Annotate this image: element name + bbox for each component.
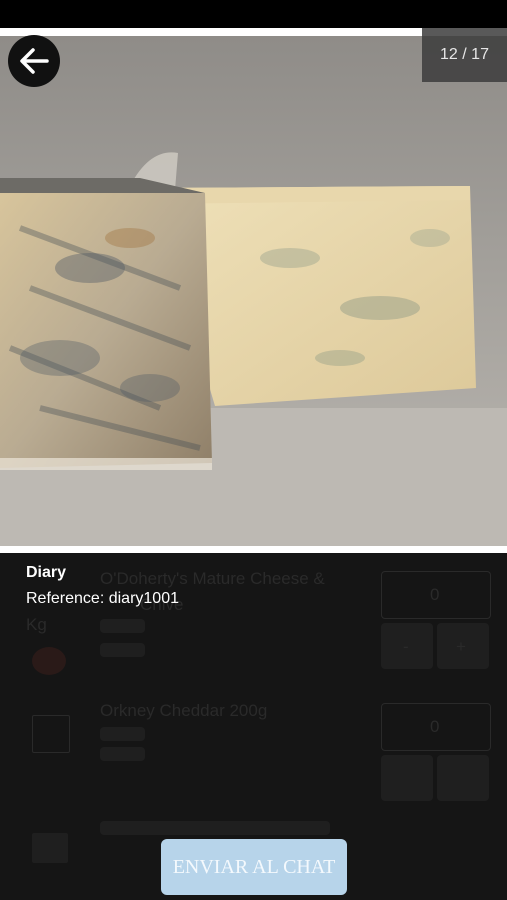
bg-item2-stock: [100, 747, 145, 761]
bg-item1-stock: [100, 643, 145, 657]
bg-item2-thumb: [32, 715, 70, 753]
bg-item1-price: [100, 619, 145, 633]
bg-item2-minus: [381, 755, 433, 801]
arrow-left-icon: [20, 48, 49, 74]
caption-title: Diary: [26, 564, 67, 581]
bg-item1-unit: Kg: [26, 615, 47, 634]
bg-item2-qty: 0: [430, 717, 440, 736]
bg-item2-title: Orkney Cheddar 200g: [100, 701, 268, 720]
bg-item1-qty: 0: [430, 585, 440, 604]
bg-item1-avatar: [32, 647, 66, 675]
caption-reference: Reference: diary1001: [26, 590, 179, 607]
bg-item3-thumb: [32, 833, 68, 863]
bg-item1-title: O'Doherty's Mature Cheese &: [100, 569, 325, 588]
bg-item2-price: [100, 727, 145, 741]
cheese-photo: [0, 28, 507, 553]
bg-item2-plus: [437, 755, 489, 801]
bg-item3-title: [100, 821, 330, 835]
bg-minus-label: -: [403, 637, 409, 656]
back-button[interactable]: [8, 35, 60, 87]
image-counter: 12 / 17: [422, 28, 507, 82]
status-bar: [0, 0, 507, 28]
bg-plus-label: +: [456, 637, 466, 656]
send-to-chat-button[interactable]: ENVIAR AL CHAT: [161, 839, 347, 895]
